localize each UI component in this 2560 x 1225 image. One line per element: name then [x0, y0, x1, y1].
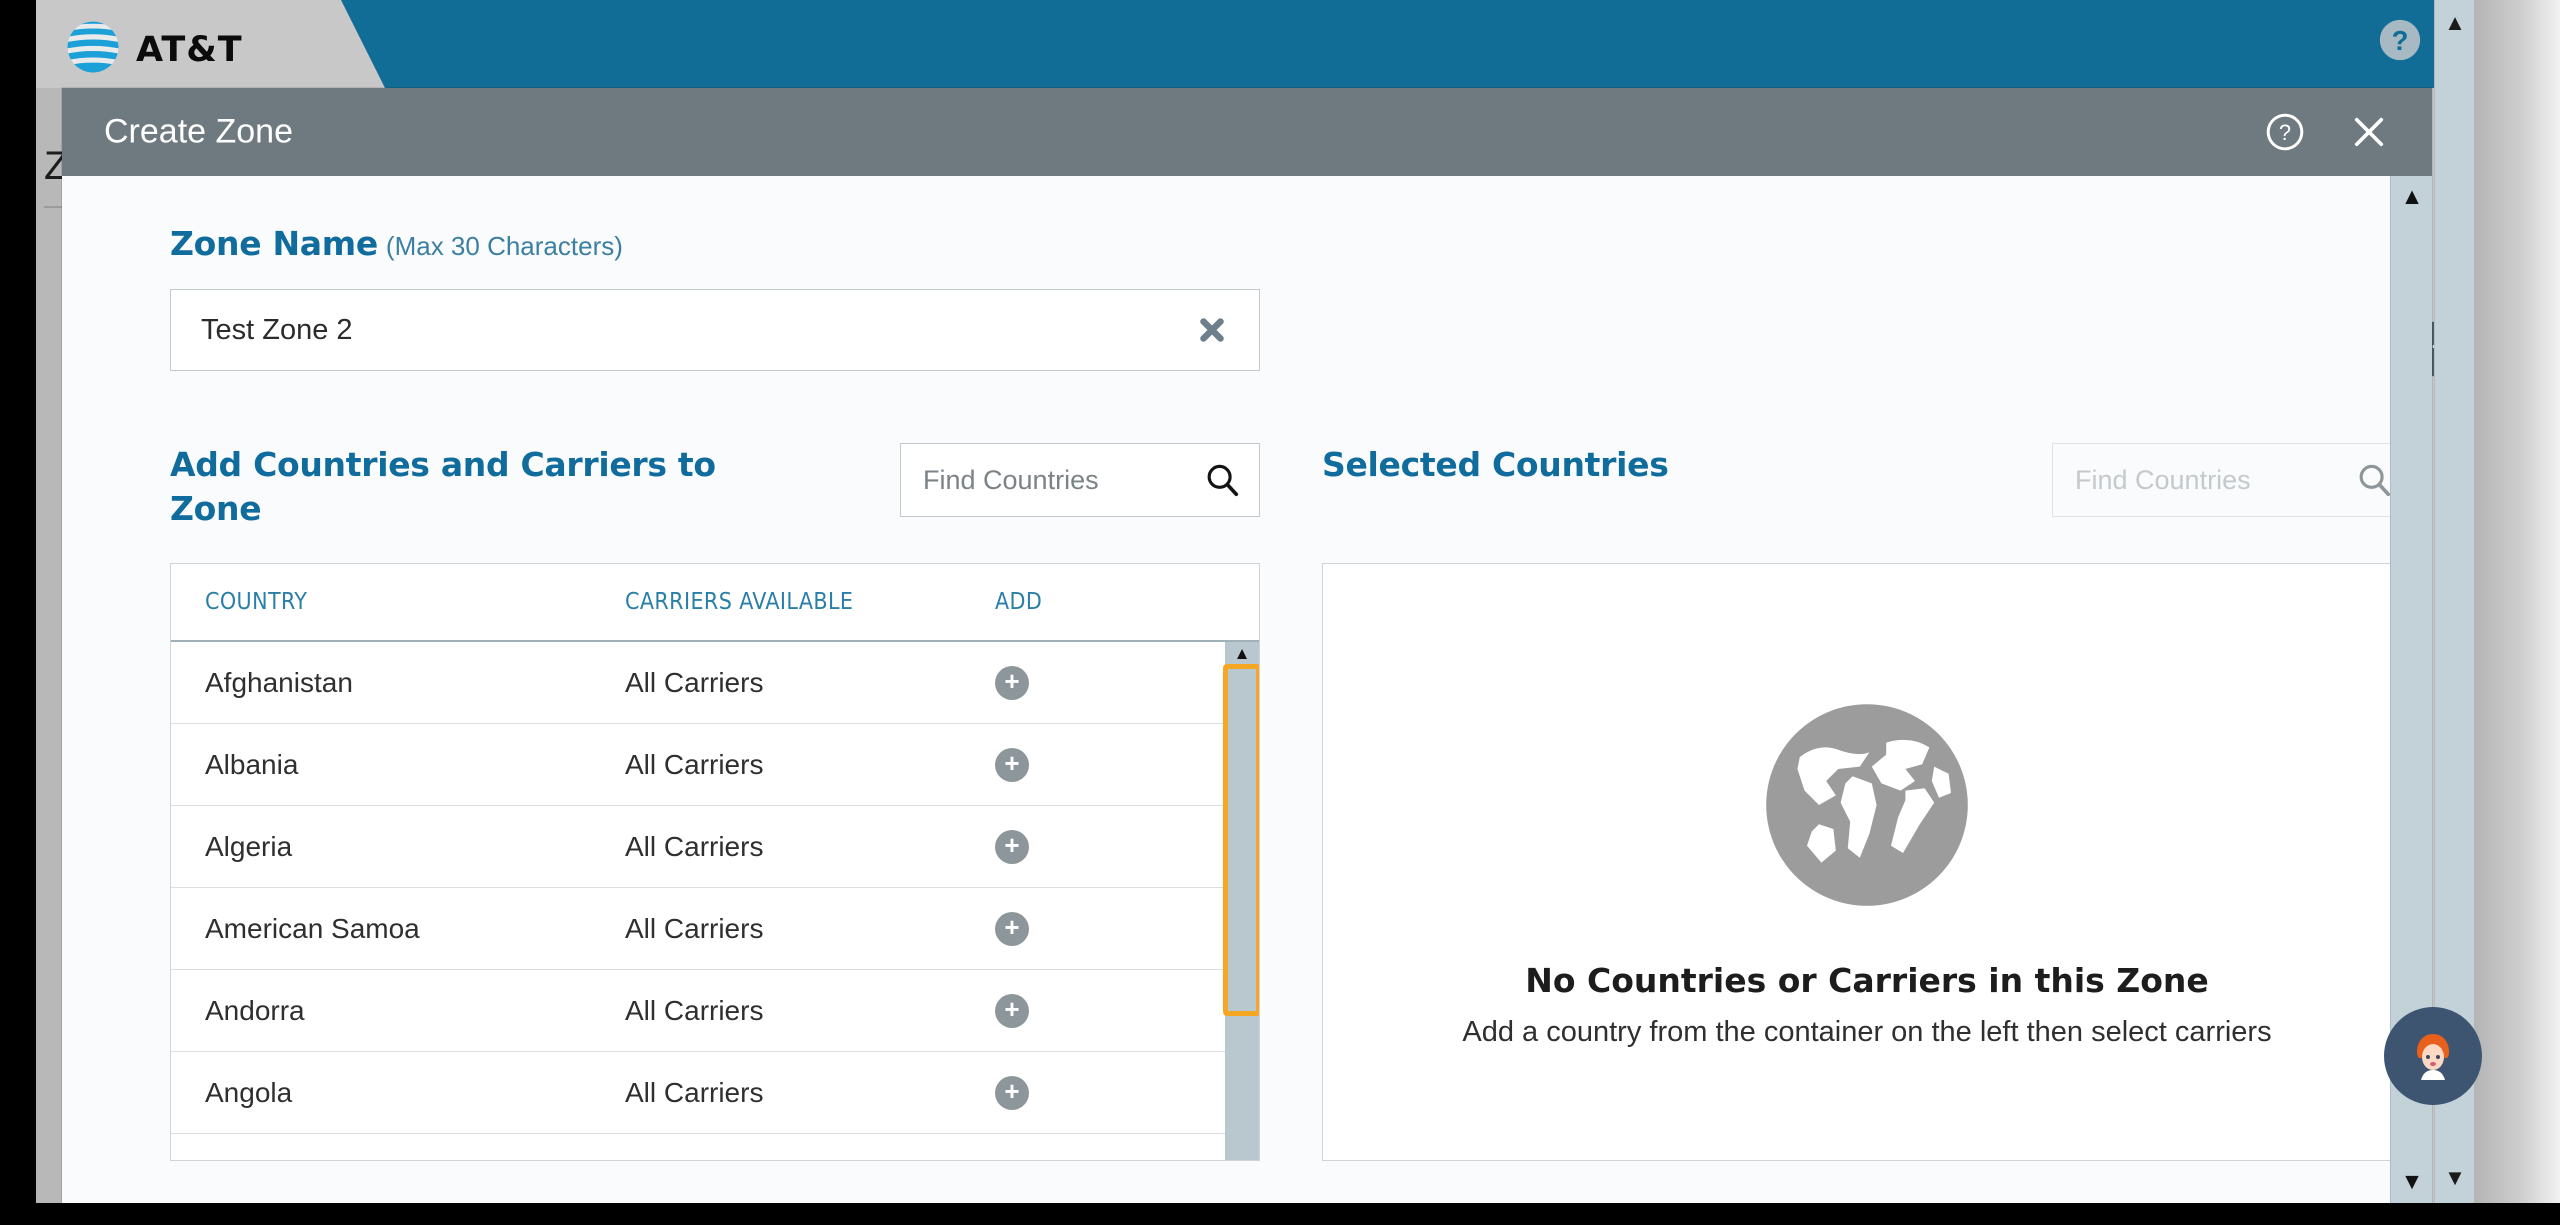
cell-add: + [995, 1075, 1195, 1110]
table-row[interactable]: Algeria All Carriers + [171, 806, 1259, 888]
add-country-button[interactable]: + [995, 829, 1029, 864]
selected-countries-header: Selected Countries [1322, 443, 2412, 563]
cell-country: American Samoa [205, 912, 420, 944]
globe-icon [1766, 704, 1968, 906]
window-frame-bottom [0, 1203, 2560, 1225]
table-header-row: COUNTRY CARRIERS AVAILABLE ADD [171, 564, 1259, 642]
page-right-gutter [2474, 0, 2560, 1203]
cell-add: + [995, 829, 1195, 864]
modal-scroll-down-icon[interactable]: ▼ [2391, 1165, 2432, 1197]
zone-name-input[interactable] [171, 290, 1259, 370]
column-header-add: ADD [995, 589, 1043, 615]
modal-title: Create Zone [104, 112, 293, 151]
add-country-button[interactable]: + [995, 1075, 1029, 1110]
column-header-country: COUNTRY [205, 589, 308, 615]
cell-carriers: All Carriers [625, 1076, 764, 1108]
find-countries-search-box [900, 443, 1260, 517]
table-row[interactable]: American Samoa All Carriers + [171, 888, 1259, 970]
modal-scroll-up-icon[interactable]: ▲ [2391, 180, 2432, 212]
page-scroll-down-icon[interactable]: ▼ [2435, 1161, 2475, 1195]
modal-body: Zone Name(Max 30 Characters) Add Countri… [62, 176, 2432, 1203]
clear-x-icon[interactable] [1195, 313, 1229, 347]
plus-icon: + [1004, 830, 1020, 860]
search-icon[interactable] [1203, 461, 1241, 499]
table-scroll-up-icon[interactable]: ▲ [1225, 644, 1259, 664]
cell-add: + [995, 747, 1195, 782]
table-scrollbar-thumb[interactable] [1223, 664, 1259, 1016]
cell-carriers: All Carriers [625, 830, 764, 862]
plus-icon: + [1004, 1076, 1020, 1106]
att-logo-plate: AT&T [36, 0, 385, 88]
help-circle-icon[interactable]: ? [2378, 18, 2422, 62]
window-frame-left [0, 0, 36, 1225]
available-countries-header: Add Countries and Carriers to Zone [170, 443, 1260, 563]
assistant-avatar-icon [2417, 1034, 2449, 1080]
svg-text:?: ? [2279, 120, 2291, 145]
close-icon[interactable] [2348, 111, 2390, 153]
table-row[interactable]: Albania All Carriers + [171, 724, 1259, 806]
att-globe-icon [67, 21, 119, 73]
plus-icon: + [1004, 912, 1020, 942]
table-scrollbar[interactable]: ▲ [1223, 642, 1259, 1160]
column-header-carriers: CARRIERS AVAILABLE [625, 589, 854, 615]
table-row[interactable]: Angola All Carriers + [171, 1052, 1259, 1134]
available-countries-title: Add Countries and Carriers to Zone [170, 445, 716, 528]
add-country-button[interactable]: + [995, 911, 1029, 946]
help-circle-icon[interactable]: ? [2264, 111, 2306, 153]
cell-country: Andorra [205, 994, 305, 1026]
selected-countries-panel: Selected Countries Find Countries No Cou… [1322, 443, 2412, 1161]
plus-icon: + [1004, 994, 1020, 1024]
application-root: AT&T ? ZO + ▲ ▼ [0, 0, 2560, 1225]
cell-carriers: All Carriers [625, 666, 764, 698]
create-zone-modal: Create Zone ? Zone Name (Max 30 Character… [62, 88, 2432, 1203]
page-scroll-up-icon[interactable]: ▲ [2435, 6, 2475, 40]
virtual-assistant-button[interactable] [2384, 1007, 2482, 1105]
empty-state-subtitle: Add a country from the container on the … [1462, 1016, 2272, 1048]
modal-header-actions: ? [2264, 111, 2390, 153]
att-wordmark: AT&T [136, 30, 243, 70]
table-row[interactable]: Afghanistan All Carriers + [171, 642, 1259, 724]
cell-country: Afghanistan [205, 666, 353, 698]
add-country-button[interactable]: + [995, 665, 1029, 700]
cell-add: + [995, 993, 1195, 1028]
cell-country: Albania [205, 748, 299, 780]
add-country-button[interactable]: + [995, 993, 1029, 1028]
svg-text:?: ? [2392, 25, 2409, 56]
selected-find-countries-search-box [2052, 443, 2412, 517]
table-body: Afghanistan All Carriers + Albania All C… [171, 642, 1259, 1134]
cell-carriers: All Carriers [625, 994, 764, 1026]
zone-name-label-row: Zone Name (Max 30 Characters) [170, 224, 2330, 263]
table-row[interactable]: Andorra All Carriers + [171, 970, 1259, 1052]
cell-carriers: All Carriers [625, 748, 764, 780]
zone-name-hint: (Max 30 Characters) [385, 231, 623, 261]
plus-icon: + [1004, 666, 1020, 696]
search-icon[interactable] [2355, 461, 2393, 499]
modal-content: Zone Name(Max 30 Characters) Add Countri… [62, 176, 2412, 1203]
cell-add: + [995, 665, 1195, 700]
modal-header: Create Zone ? [62, 88, 2432, 176]
app-header: AT&T ? [36, 0, 2560, 88]
cell-carriers: All Carriers [625, 912, 764, 944]
available-countries-table: COUNTRY CARRIERS AVAILABLE ADD Afghanist… [170, 563, 1260, 1161]
zone-name-label: Zone Name [170, 224, 378, 263]
add-country-button[interactable]: + [995, 747, 1029, 782]
selected-countries-empty-state: No Countries or Carriers in this Zone Ad… [1322, 563, 2412, 1161]
available-countries-panel: Add Countries and Carriers to Zone Find … [170, 443, 1260, 1161]
empty-state-title: No Countries or Carriers in this Zone [1525, 961, 2209, 1000]
cell-country: Algeria [205, 830, 293, 862]
cell-add: + [995, 911, 1195, 946]
selected-countries-title: Selected Countries [1322, 445, 1669, 484]
zone-name-input-wrapper [170, 289, 1260, 371]
panels-row: Add Countries and Carriers to Zone Find … [170, 443, 2412, 1161]
plus-icon: + [1004, 748, 1020, 778]
cell-country: Angola [205, 1076, 293, 1108]
